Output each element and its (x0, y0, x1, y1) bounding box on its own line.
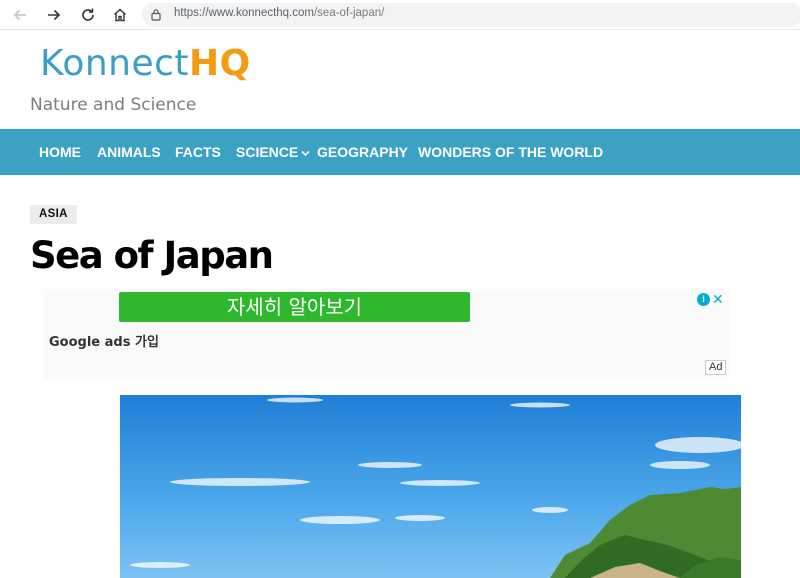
ad-label: Ad (705, 360, 727, 375)
main-menu: HOME ANIMALS FACTS SCIENCE GEOGRAPHY WON… (0, 129, 800, 175)
home-button[interactable] (108, 4, 132, 26)
logo-text-main: Konnect (40, 43, 190, 84)
chevron-down-icon (301, 150, 310, 156)
menu-item-facts[interactable]: FACTS (175, 144, 221, 160)
ad-close-icon[interactable]: ✕ (712, 292, 724, 306)
back-button[interactable] (8, 4, 32, 26)
ad-cta-button[interactable]: 자세히 알아보기 (119, 292, 470, 322)
url-path: /sea-of-japan/ (313, 7, 385, 19)
lock-icon (151, 9, 161, 21)
home-icon (114, 8, 126, 22)
menu-item-home[interactable]: HOME (39, 144, 81, 160)
reload-icon (82, 8, 94, 21)
menu-item-wonders[interactable]: WONDERS OF THE WORLD (418, 144, 603, 160)
ad-banner[interactable]: 자세히 알아보기 i ✕ Google ads 가입 Ad (44, 289, 730, 379)
sea-coast-photo (120, 395, 741, 578)
forward-button[interactable] (42, 4, 66, 26)
ad-advertiser-text[interactable]: Google ads 가입 (49, 331, 159, 350)
menu-item-science-label: SCIENCE (236, 144, 299, 160)
browser-toolbar: https://www.konnecthq.com/sea-of-japan/ (0, 0, 800, 30)
hero-image (120, 395, 741, 578)
category-badge[interactable]: ASIA (30, 205, 77, 224)
url-host: https://www.konnecthq.com (174, 7, 314, 19)
forward-arrow-icon (48, 9, 61, 21)
menu-item-animals[interactable]: ANIMALS (97, 144, 161, 160)
url-text[interactable]: https://www.konnecthq.com/sea-of-japan/ (174, 7, 384, 19)
back-arrow-icon (13, 9, 26, 21)
site-tagline: Nature and Science (30, 95, 197, 115)
menu-item-science[interactable]: SCIENCE (236, 144, 310, 160)
page-title: Sea of Japan (30, 234, 274, 277)
reload-button[interactable] (76, 4, 100, 26)
ad-info-icon[interactable]: i (697, 293, 710, 306)
site-logo[interactable]: KonnectHQ (40, 46, 251, 82)
logo-text-accent: HQ (189, 43, 251, 84)
menu-item-geography[interactable]: GEOGRAPHY (317, 144, 408, 160)
